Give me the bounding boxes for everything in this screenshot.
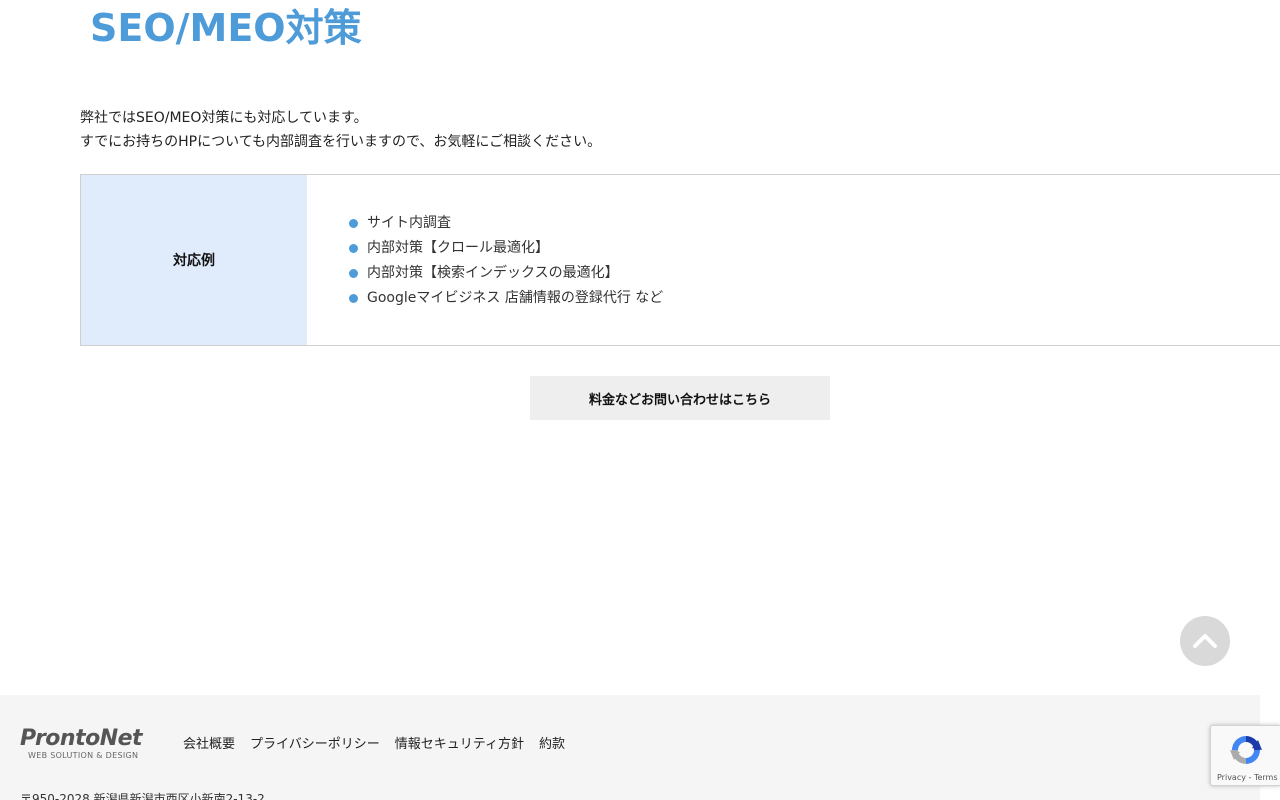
footer-link-company[interactable]: 会社概要	[183, 733, 235, 752]
circle-bullet-icon	[349, 244, 358, 253]
table-header: 対応例	[81, 175, 307, 345]
service-examples-table: 対応例 サイト内調査 内部対策【クロール最適化】 内部対策【検索インデックスの最…	[80, 174, 1280, 346]
contact-button[interactable]: 料金などお問い合わせはこちら	[530, 376, 830, 420]
circle-bullet-icon	[349, 294, 358, 303]
list-item: Googleマイビジネス 店舗情報の登録代行 など	[349, 286, 1280, 311]
section-title: SEO/MEO対策	[90, 6, 362, 50]
recaptcha-links: Privacy - Terms	[1217, 773, 1278, 782]
footer-nav: 会社概要 プライバシーポリシー 情報セキュリティ方針 約款	[183, 733, 580, 752]
intro-line-1: 弊社ではSEO/MEO対策にも対応しています。	[80, 110, 368, 126]
intro-line-2: すでにお持ちのHPについても内部調査を行いますので、お気軽にご相談ください。	[80, 134, 602, 150]
list-item: 内部対策【検索インデックスの最適化】	[349, 261, 1280, 286]
footer-link-terms[interactable]: 約款	[539, 733, 565, 752]
recaptcha-terms-link[interactable]: Terms	[1254, 773, 1278, 782]
recaptcha-icon	[1230, 736, 1262, 764]
back-to-top-button[interactable]	[1180, 616, 1230, 666]
footer-link-security[interactable]: 情報セキュリティ方針	[395, 733, 524, 752]
recaptcha-privacy-link[interactable]: Privacy	[1217, 773, 1246, 782]
logo-wordmark: ProntoNet	[20, 726, 143, 751]
footer-address: 〒950-2028 新潟県新潟市西区小新南2-13-2	[20, 792, 265, 800]
chevron-up-icon	[1193, 634, 1217, 648]
list-item-label: Googleマイビジネス 店舗情報の登録代行 など	[367, 290, 664, 306]
list-item-label: サイト内調査	[367, 215, 451, 231]
circle-bullet-icon	[349, 219, 358, 228]
footer-logo[interactable]: ProntoNet WEB SOLUTION & DESIGN	[20, 727, 160, 761]
service-list: サイト内調査 内部対策【クロール最適化】 内部対策【検索インデックスの最適化】 …	[349, 211, 1280, 311]
list-item: 内部対策【クロール最適化】	[349, 236, 1280, 261]
site-footer: ProntoNet WEB SOLUTION & DESIGN 会社概要 プライ…	[0, 695, 1260, 800]
list-item: サイト内調査	[349, 211, 1280, 236]
list-item-label: 内部対策【検索インデックスの最適化】	[367, 265, 619, 281]
table-cell: サイト内調査 内部対策【クロール最適化】 内部対策【検索インデックスの最適化】 …	[307, 175, 1280, 345]
recaptcha-badge[interactable]: Privacy - Terms	[1210, 725, 1280, 786]
recaptcha-separator: -	[1245, 773, 1254, 782]
intro-text: 弊社ではSEO/MEO対策にも対応しています。 すでにお持ちのHPについても内部…	[80, 106, 601, 154]
list-item-label: 内部対策【クロール最適化】	[367, 240, 549, 256]
logo-tagline: WEB SOLUTION & DESIGN	[28, 751, 139, 760]
circle-bullet-icon	[349, 269, 358, 278]
footer-link-privacy[interactable]: プライバシーポリシー	[250, 733, 380, 752]
